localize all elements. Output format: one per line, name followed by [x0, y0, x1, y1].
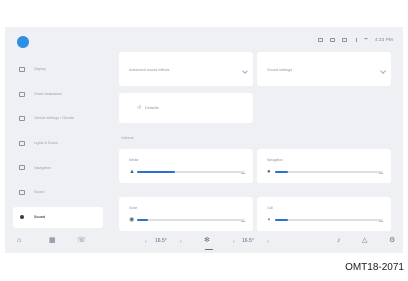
- sidebar-item-navigation[interactable]: Navigation: [13, 157, 103, 178]
- volume-section-label: Volume: [121, 136, 134, 140]
- status-bar: 4:23 PM: [317, 37, 393, 42]
- sidebar-item-label: Sound: [34, 214, 46, 219]
- apps-grid-icon[interactable]: ▦: [49, 237, 56, 245]
- phone-icon: [341, 37, 347, 42]
- phone-icon[interactable]: ☏: [77, 237, 86, 245]
- temp-left-increase-button[interactable]: ›: [180, 238, 182, 246]
- sidebar-item-label: Vehicle settings / Climate: [34, 116, 75, 121]
- voice-volume-card: Voice ◉: [119, 197, 253, 231]
- brand-logo-icon[interactable]: [17, 36, 29, 48]
- map-icon: [19, 165, 25, 171]
- sound-icon: [19, 189, 25, 195]
- slider-fill: [275, 219, 288, 221]
- sidebar-item-label: Driver Assistance: [34, 91, 62, 96]
- defaults-label: Defaults: [145, 106, 159, 110]
- fan-icon[interactable]: ✻: [204, 237, 210, 245]
- sidebar-item-vehicle[interactable]: Vehicle settings / Climate: [13, 108, 103, 129]
- voice-volume-slider[interactable]: [137, 219, 245, 221]
- slider-end-mark: [241, 221, 245, 222]
- call-volume-card: Call ◖: [257, 197, 391, 231]
- defaults-button[interactable]: ↺ Defaults: [119, 93, 253, 123]
- usb-icon: [329, 37, 335, 42]
- temp-right-decrease-button[interactable]: ‹: [233, 238, 235, 246]
- navigation-volume-icon: ●: [267, 169, 271, 175]
- media-volume-card: Media ▲: [119, 149, 253, 183]
- media-volume-slider[interactable]: [137, 171, 245, 173]
- display-icon: [19, 67, 25, 72]
- call-volume-slider[interactable]: [275, 219, 383, 221]
- card-label: Sound settings: [267, 68, 293, 72]
- card-label: Advanced sound effects: [129, 68, 170, 72]
- temp-right-increase-button[interactable]: ›: [267, 238, 269, 246]
- slider-fill: [275, 171, 288, 173]
- home-icon[interactable]: ⌂: [17, 237, 21, 245]
- settings-sidebar: Display Driver Assistance Vehicle settin…: [13, 59, 103, 231]
- sidebar-item-driver-assistance[interactable]: Driver Assistance: [13, 84, 103, 105]
- sidebar-item-sound[interactable]: Sound: [13, 182, 103, 203]
- clock-time: 4:23 PM: [374, 37, 393, 42]
- sound-settings-card[interactable]: Sound settings: [257, 52, 391, 86]
- sidebar-item-label: Display: [34, 67, 46, 72]
- advanced-sound-card[interactable]: Advanced sound effects: [119, 52, 253, 86]
- chevron-down-icon: [242, 68, 248, 74]
- sidebar-item-label: Sound: [34, 190, 45, 195]
- sidebar-item-volume[interactable]: Sound: [13, 206, 103, 228]
- sidebar-item-label: Lights & Doors: [34, 141, 58, 146]
- wifi-icon: [363, 38, 368, 41]
- navigation-volume-card: Navigation ●: [257, 149, 391, 183]
- fan-active-indicator: [205, 249, 213, 250]
- navigation-volume-slider[interactable]: [275, 171, 383, 173]
- warning-icon[interactable]: △: [362, 237, 367, 245]
- slider-fill: [137, 219, 148, 221]
- steering-icon: [19, 91, 25, 97]
- volume-icon: [20, 215, 24, 220]
- voice-volume-icon: ◉: [129, 217, 135, 223]
- slider-end-mark: [379, 221, 383, 222]
- slider-fill: [137, 171, 175, 173]
- media-volume-icon: ▲: [129, 169, 135, 175]
- slider-label: Call: [267, 206, 273, 210]
- sidebar-item-label: Navigation: [34, 165, 51, 170]
- bottom-control-bar: ⌂ ▦ ☏ ‹ 16.5° › ✻ ‹ 16.5° › ♪ △ ⚙: [5, 231, 403, 253]
- signal-icon: [354, 37, 357, 42]
- temp-right[interactable]: 16.5°: [242, 238, 254, 244]
- infotainment-screen: 4:23 PM Display Driver Assistance Vehicl…: [5, 27, 403, 253]
- chevron-down-icon: [380, 68, 386, 74]
- sidebar-item-display[interactable]: Display: [13, 59, 103, 80]
- lights-icon: [19, 140, 25, 146]
- sidebar-item-lights[interactable]: Lights & Doors: [13, 133, 103, 154]
- temp-left-decrease-button[interactable]: ‹: [145, 238, 147, 246]
- bluetooth-icon: [317, 37, 323, 42]
- settings-icon[interactable]: ⚙: [389, 237, 395, 245]
- slider-label: Navigation: [267, 158, 284, 162]
- slider-end-mark: [379, 173, 383, 174]
- slider-end-mark: [241, 173, 245, 174]
- car-icon: [19, 116, 25, 122]
- slider-label: Media: [129, 158, 139, 162]
- reset-icon: ↺: [137, 105, 142, 111]
- temp-left[interactable]: 16.5°: [155, 238, 167, 244]
- call-volume-icon: ◖: [267, 217, 271, 223]
- seat-heat-icon[interactable]: ♪: [337, 237, 341, 245]
- figure-code: OMT18-2071: [345, 262, 404, 273]
- slider-label: Voice: [129, 206, 138, 210]
